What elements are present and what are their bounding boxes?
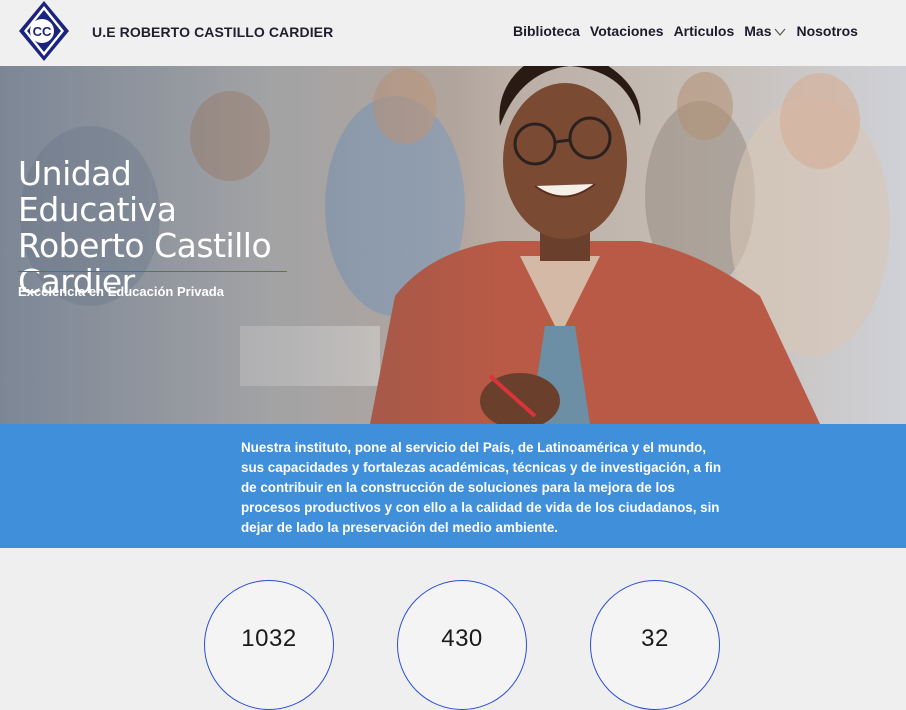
stat-value: 430 bbox=[441, 625, 483, 652]
stats-section: 1032 430 32 bbox=[0, 548, 906, 710]
hero-title: Unidad Educativa Roberto Castillo Cardie… bbox=[18, 154, 272, 301]
stat-value: 1032 bbox=[241, 625, 297, 652]
nav-label: Mas bbox=[744, 23, 772, 39]
chevron-down-icon bbox=[775, 28, 786, 36]
svg-text:CC: CC bbox=[33, 24, 52, 39]
hero-subtitle: Excelencia en Educación Privada bbox=[18, 284, 224, 299]
stat-circle: 430 bbox=[397, 580, 527, 710]
nav-biblioteca[interactable]: Biblioteca bbox=[513, 23, 580, 39]
stat-value: 32 bbox=[641, 625, 669, 652]
hero-divider bbox=[18, 271, 287, 272]
main-nav: Biblioteca Votaciones Articulos Mas Noso… bbox=[513, 23, 858, 39]
mission-section: Nuestra instituto, pone al servicio del … bbox=[0, 424, 906, 548]
nav-label: Biblioteca bbox=[513, 23, 580, 39]
nav-mas-dropdown[interactable]: Mas bbox=[744, 23, 786, 39]
nav-label: Nosotros bbox=[796, 23, 858, 39]
stat-circle: 1032 bbox=[204, 580, 334, 710]
nav-nosotros[interactable]: Nosotros bbox=[796, 23, 857, 39]
nav-label: Votaciones bbox=[589, 23, 664, 39]
mission-text: Nuestra instituto, pone al servicio del … bbox=[241, 440, 722, 535]
brand-name[interactable]: U.E ROBERTO CASTILLO CARDIER bbox=[92, 24, 333, 40]
nav-articulos[interactable]: Articulos bbox=[674, 23, 735, 39]
nav-votaciones[interactable]: Votaciones bbox=[590, 23, 664, 39]
hero-banner: Unidad Educativa Roberto Castillo Cardie… bbox=[0, 66, 906, 424]
nav-label: Articulos bbox=[673, 23, 735, 39]
school-logo[interactable]: CC bbox=[18, 0, 70, 62]
top-navbar: CC U.E ROBERTO CASTILLO CARDIER Bibliote… bbox=[0, 0, 906, 66]
stat-circle: 32 bbox=[590, 580, 720, 710]
